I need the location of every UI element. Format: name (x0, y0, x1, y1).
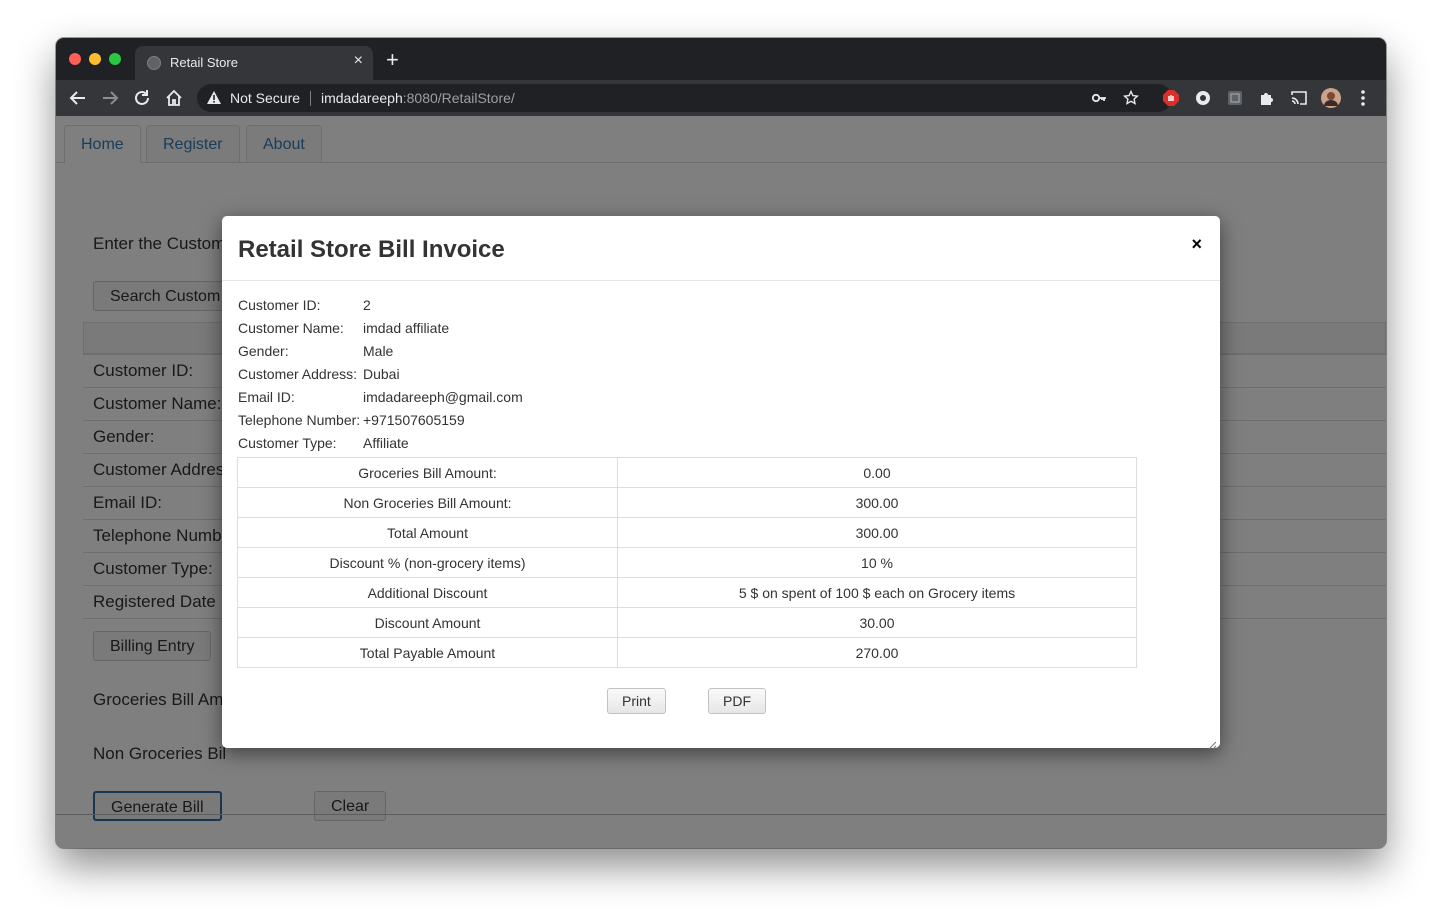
browser-toolbar: Not Secure imdadareeph:8080/RetailStore/ (56, 80, 1386, 116)
key-icon[interactable] (1090, 89, 1108, 107)
info-value: imdadareeph@gmail.com (363, 389, 523, 405)
warning-icon (206, 90, 222, 110)
customer-info: Customer ID: 2 Customer Name: imdad affili… (238, 297, 838, 458)
reload-icon[interactable] (131, 87, 153, 109)
info-value: Affiliate (363, 435, 409, 451)
puzzle-extensions-icon[interactable] (1258, 89, 1276, 107)
info-value: 2 (363, 297, 371, 313)
close-window-button[interactable] (69, 53, 81, 65)
bill-label: Discount % (non-grocery items) (237, 547, 618, 578)
resize-handle-icon[interactable] (1208, 736, 1217, 750)
url-path: :8080/RetailStore/ (402, 90, 515, 106)
browser-tab[interactable]: Retail Store × (135, 46, 373, 80)
info-label: Email ID: (238, 389, 295, 405)
info-row: Email ID: imdadareeph@gmail.com (238, 389, 838, 412)
profile-avatar[interactable] (1321, 88, 1341, 108)
table-row: Non Groceries Bill Amount: 300.00 (237, 487, 1137, 518)
tab-close-icon[interactable]: × (354, 52, 363, 70)
print-button[interactable]: Print (607, 688, 666, 714)
home-icon[interactable] (163, 87, 185, 109)
info-label: Customer Name: (238, 320, 344, 336)
star-icon[interactable] (1122, 89, 1140, 107)
menu-dots-icon[interactable] (1354, 89, 1372, 107)
bill-label: Total Amount (237, 517, 618, 548)
adblock-extension-icon[interactable] (1162, 89, 1180, 107)
extension-circle-icon[interactable] (1194, 89, 1212, 107)
info-row: Customer Type: Affiliate (238, 435, 838, 458)
bill-table: Groceries Bill Amount: 0.00 Non Groceries… (237, 457, 1137, 668)
bill-value: 270.00 (617, 637, 1137, 668)
address-bar[interactable]: Not Secure imdadareeph:8080/RetailStore/ (197, 84, 1172, 112)
info-label: Telephone Number: (238, 412, 361, 428)
bill-label: Groceries Bill Amount: (237, 457, 618, 488)
globe-icon (147, 56, 161, 70)
modal-header: Retail Store Bill Invoice × (222, 216, 1220, 281)
bill-value: 300.00 (617, 487, 1137, 518)
info-label: Gender: (238, 343, 289, 359)
info-value: imdad affiliate (363, 320, 450, 336)
url-text: imdadareeph:8080/RetailStore/ (321, 90, 515, 106)
page-content: Home Register About Enter the Customer I… (56, 116, 1386, 848)
tab-title: Retail Store (170, 55, 238, 70)
bill-label: Discount Amount (237, 607, 618, 638)
bill-label: Total Payable Amount (237, 637, 618, 668)
maximize-window-button[interactable] (109, 53, 121, 65)
close-icon[interactable]: × (1191, 234, 1202, 255)
table-row: Total Amount 300.00 (237, 517, 1137, 548)
cast-icon[interactable] (1290, 89, 1308, 107)
info-value: +971507605159 (363, 412, 465, 428)
table-row: Total Payable Amount 270.00 (237, 637, 1137, 668)
new-tab-button[interactable]: + (386, 49, 399, 71)
forward-arrow-icon[interactable] (99, 87, 121, 109)
bill-value: 300.00 (617, 517, 1137, 548)
info-row: Gender: Male (238, 343, 838, 366)
bill-value: 5 $ on spent of 100 $ each on Grocery it… (617, 577, 1137, 608)
info-value: Male (363, 343, 394, 359)
bill-value: 30.00 (617, 607, 1137, 638)
browser-window: Retail Store × + Not Secure imdadareeph:… (56, 38, 1386, 848)
info-label: Customer Address: (238, 366, 358, 382)
table-row: Groceries Bill Amount: 0.00 (237, 457, 1137, 488)
bill-label: Non Groceries Bill Amount: (237, 487, 618, 518)
not-secure-label: Not Secure (230, 90, 301, 106)
info-row: Telephone Number: +971507605159 (238, 412, 838, 435)
table-row: Discount Amount 30.00 (237, 607, 1137, 638)
pdf-button[interactable]: PDF (708, 688, 766, 714)
tab-strip: Retail Store × + (56, 38, 1386, 80)
table-row: Additional Discount 5 $ on spent of 100 $… (237, 577, 1137, 608)
table-row: Discount % (non-grocery items) 10 % (237, 547, 1137, 578)
invoice-modal: Retail Store Bill Invoice × Customer ID:… (222, 216, 1220, 750)
address-divider (310, 91, 311, 106)
minimize-window-button[interactable] (89, 53, 101, 65)
info-row: Customer Name: imdad affiliate (238, 320, 838, 343)
info-row: Customer Address: Dubai (238, 366, 838, 389)
info-row: Customer ID: 2 (238, 297, 838, 320)
extension-square-icon[interactable] (1226, 89, 1244, 107)
bill-label: Additional Discount (237, 577, 618, 608)
url-host: imdadareeph (321, 90, 403, 106)
back-arrow-icon[interactable] (67, 87, 89, 109)
bill-value: 0.00 (617, 457, 1137, 488)
info-label: Customer ID: (238, 297, 321, 313)
info-label: Customer Type: (238, 435, 337, 451)
info-value: Dubai (363, 366, 400, 382)
bill-value: 10 % (617, 547, 1137, 578)
modal-title: Retail Store Bill Invoice (238, 236, 505, 263)
